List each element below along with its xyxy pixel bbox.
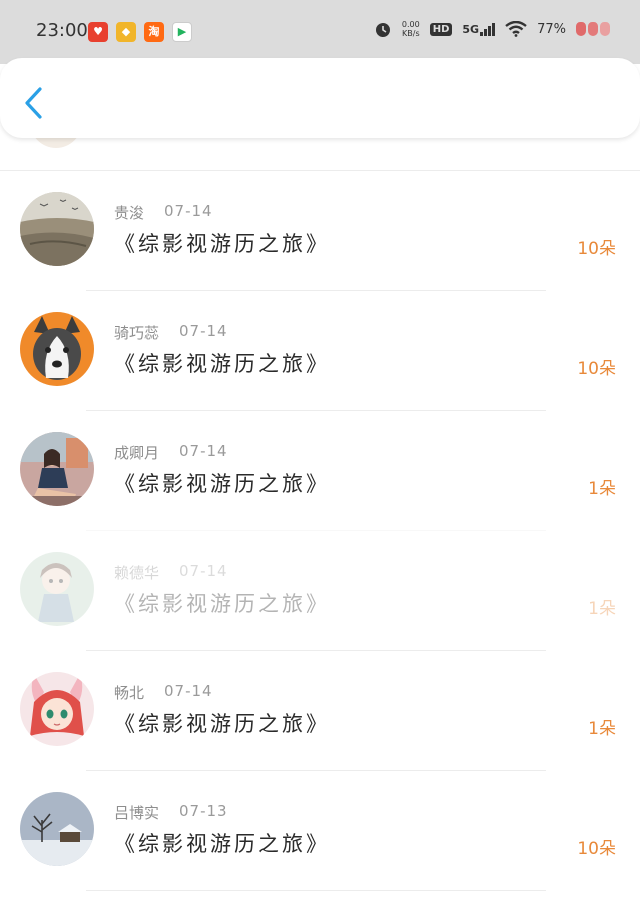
send-date: 07-14 bbox=[179, 442, 228, 460]
list-item[interactable]: 骑巧蕊 07-14 《综影视游历之旅》 10朵 bbox=[0, 290, 640, 410]
winter-avatar[interactable] bbox=[20, 792, 94, 866]
divider bbox=[86, 770, 546, 771]
heart-app-icon: ♥ bbox=[88, 22, 108, 42]
send-date: 07-14 bbox=[179, 322, 228, 340]
divider bbox=[86, 290, 546, 291]
gift-amount: 1朵 bbox=[588, 479, 616, 499]
sender-meta: 吕博实 07-13 bbox=[114, 802, 228, 823]
list-item[interactable]: 吕博实 07-13 《综影视游历之旅》 10朵 bbox=[0, 770, 640, 890]
sender-meta: 骑巧蕊 07-14 bbox=[114, 322, 228, 343]
girl-avatar[interactable] bbox=[20, 432, 94, 506]
book-title: 《综影视游历之旅》 bbox=[114, 592, 330, 616]
wifi-icon bbox=[505, 21, 527, 37]
list-end bbox=[0, 890, 640, 901]
sender-name: 骑巧蕊 bbox=[114, 324, 160, 342]
video-app-icon: ▶ bbox=[172, 22, 192, 42]
network-speed-unit: KB/s bbox=[402, 29, 420, 38]
status-indicators: 0.00 KB/s HD 5G 77% bbox=[374, 20, 610, 38]
status-bar: 23:00 ♥ ◆ 淘 ▶ 0.00 KB/s HD 5G 77% bbox=[0, 0, 640, 64]
network-speed: 0.00 KB/s bbox=[402, 20, 420, 38]
book-title: 《综影视游历之旅》 bbox=[114, 472, 330, 496]
battery-icon bbox=[576, 22, 610, 36]
notification-icons: ♥ ◆ 淘 ▶ bbox=[88, 22, 192, 42]
status-time: 23:00 bbox=[36, 20, 88, 41]
gift-amount: 10朵 bbox=[577, 359, 616, 379]
send-date: 07-13 bbox=[179, 802, 228, 820]
send-date: 07-14 bbox=[164, 682, 213, 700]
sender-meta: 成卿月 07-14 bbox=[114, 442, 228, 463]
chevron-left-icon[interactable] bbox=[22, 86, 46, 120]
sea-avatar[interactable] bbox=[20, 192, 94, 266]
send-date: 07-14 bbox=[164, 202, 213, 220]
husky-avatar[interactable] bbox=[20, 312, 94, 386]
doll-avatar[interactable] bbox=[20, 552, 94, 626]
sender-meta: 赖德华 07-14 bbox=[114, 562, 228, 583]
anime-avatar[interactable] bbox=[20, 672, 94, 746]
divider bbox=[86, 650, 546, 651]
sender-name: 畅北 bbox=[114, 684, 145, 702]
gift-amount: 1朵 bbox=[588, 599, 616, 619]
sender-name: 赖德华 bbox=[114, 564, 160, 582]
hd-badge: HD bbox=[429, 22, 453, 36]
top-nav-bar bbox=[0, 58, 640, 138]
book-title: 《综影视游历之旅》 bbox=[114, 232, 330, 256]
alarm-icon bbox=[375, 23, 390, 37]
network-speed-value: 0.00 bbox=[401, 20, 420, 29]
list-item[interactable]: 畅北 07-14 《综影视游历之旅》 1朵 bbox=[0, 650, 640, 770]
divider bbox=[0, 170, 640, 171]
sender-name: 成卿月 bbox=[114, 444, 160, 462]
sender-name: 贵浚 bbox=[114, 204, 145, 222]
gift-amount: 1朵 bbox=[588, 719, 616, 739]
send-date: 07-14 bbox=[179, 562, 228, 580]
list-item[interactable]: 赖德华 07-14 《综影视游历之旅》 1朵 bbox=[0, 530, 640, 650]
taobao-app-icon: 淘 bbox=[144, 22, 164, 42]
book-title: 《综影视游历之旅》 bbox=[114, 832, 330, 856]
book-title: 《综影视游历之旅》 bbox=[114, 712, 330, 736]
signal-icon: 5G bbox=[462, 22, 496, 36]
divider bbox=[86, 410, 546, 411]
sender-meta: 贵浚 07-14 bbox=[114, 202, 213, 223]
divider bbox=[86, 890, 546, 891]
list-item[interactable]: 贵浚 07-14 《综影视游历之旅》 10朵 bbox=[0, 170, 640, 290]
gift-amount: 10朵 bbox=[577, 839, 616, 859]
list-item[interactable]: 成卿月 07-14 《综影视游历之旅》 1朵 bbox=[0, 410, 640, 530]
battery-percent: 77% bbox=[537, 21, 566, 37]
book-title: 《综影视游历之旅》 bbox=[114, 352, 330, 376]
chat-app-icon: ◆ bbox=[116, 22, 136, 42]
sender-meta: 畅北 07-14 bbox=[114, 682, 213, 703]
network-type: 5G bbox=[462, 22, 480, 36]
sender-name: 吕博实 bbox=[114, 804, 160, 822]
divider bbox=[86, 530, 546, 531]
gift-amount: 10朵 bbox=[577, 239, 616, 259]
